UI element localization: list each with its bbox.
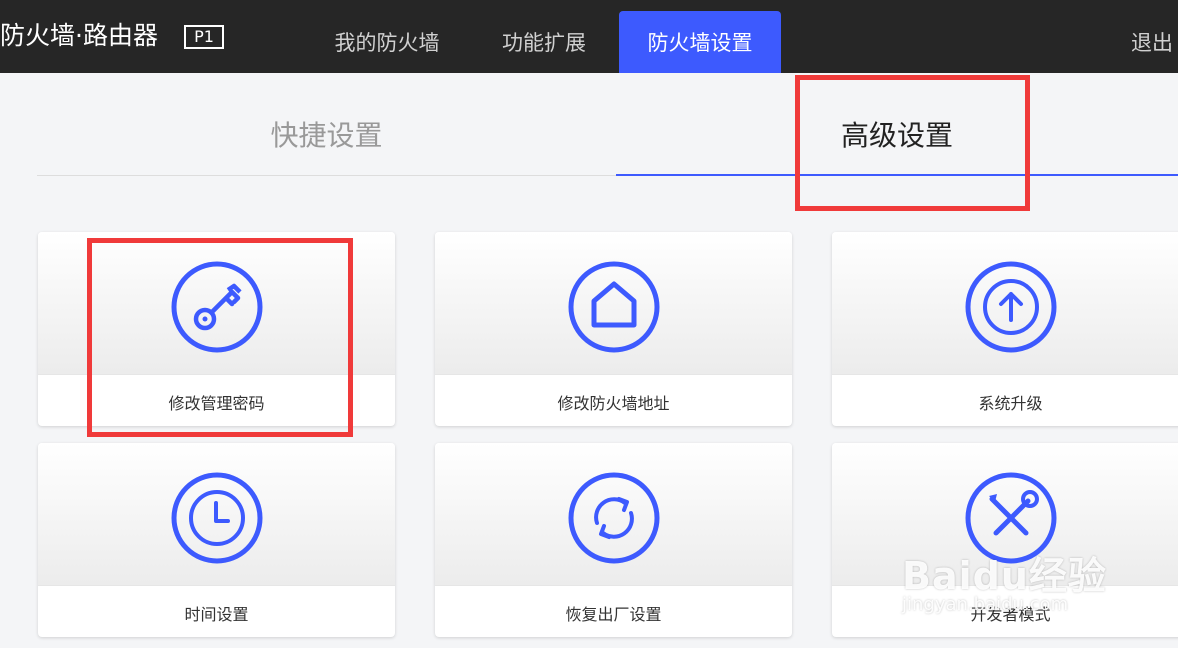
home-icon bbox=[568, 261, 660, 353]
nav-my-firewall[interactable]: 我的防火墙 bbox=[310, 11, 464, 73]
card-change-password[interactable]: 修改管理密码 bbox=[38, 232, 395, 426]
refresh-icon bbox=[568, 472, 660, 564]
tab-advanced-settings[interactable]: 高级设置 bbox=[616, 96, 1178, 176]
baidu-watermark-url: jingyan.baidu.com bbox=[902, 594, 1069, 615]
logout-button[interactable]: 退出 bbox=[1131, 11, 1173, 73]
card-system-upgrade[interactable]: 系统升级 bbox=[832, 232, 1178, 426]
card-change-address[interactable]: 修改防火墙地址 bbox=[435, 232, 792, 426]
card-label: 系统升级 bbox=[832, 374, 1178, 426]
card-label: 修改管理密码 bbox=[38, 374, 395, 426]
nav-extensions[interactable]: 功能扩展 bbox=[478, 11, 610, 73]
model-badge: P1 bbox=[184, 25, 224, 49]
top-bar: 防火墙·路由器 P1 我的防火墙 功能扩展 防火墙设置 退出 bbox=[0, 0, 1178, 73]
tab-quick-settings[interactable]: 快捷设置 bbox=[37, 96, 616, 176]
card-time-settings[interactable]: 时间设置 bbox=[38, 443, 395, 637]
key-icon bbox=[171, 261, 263, 353]
card-factory-reset[interactable]: 恢复出厂设置 bbox=[435, 443, 792, 637]
card-label: 恢复出厂设置 bbox=[435, 585, 792, 637]
clock-icon bbox=[171, 472, 263, 564]
card-label: 修改防火墙地址 bbox=[435, 374, 792, 426]
nav-firewall-settings[interactable]: 防火墙设置 bbox=[619, 11, 781, 73]
card-label: 时间设置 bbox=[38, 585, 395, 637]
upload-arrow-icon bbox=[965, 261, 1057, 353]
baidu-watermark: Baidu经验 bbox=[902, 554, 1107, 598]
brand-title: 防火墙·路由器 bbox=[0, 21, 158, 50]
